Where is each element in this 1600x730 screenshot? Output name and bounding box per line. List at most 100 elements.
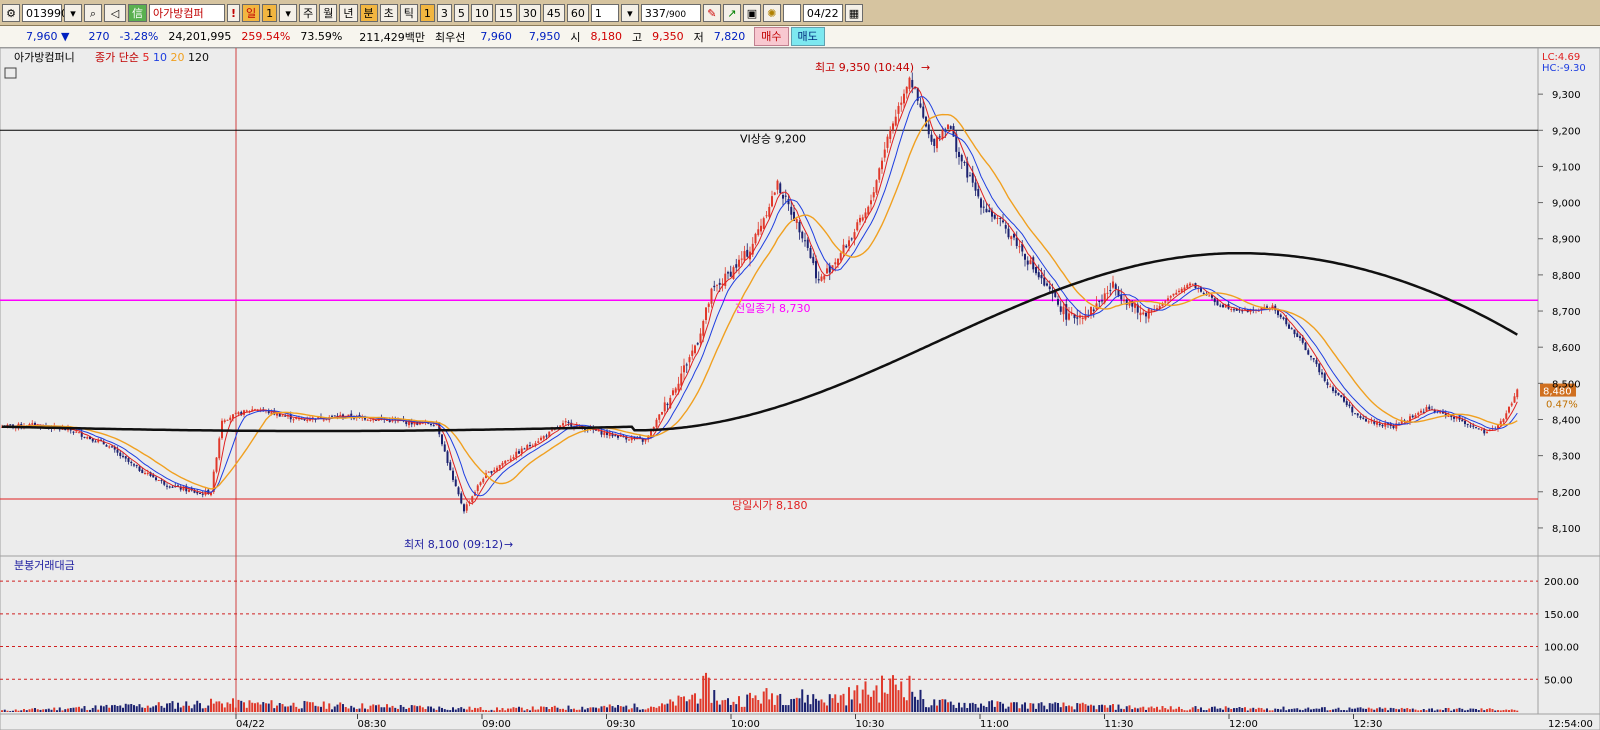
tab-month[interactable]: 월 — [319, 3, 338, 22]
sell-button[interactable]: 매도 — [790, 27, 825, 46]
candle-body — [1007, 228, 1010, 238]
dropdown-icon[interactable]: ▾ — [64, 3, 82, 22]
volume-bar — [749, 692, 751, 712]
volume-bar — [410, 705, 413, 712]
save-icon[interactable]: ▣ — [742, 3, 761, 22]
candle-body — [881, 160, 883, 170]
volume-bar — [300, 708, 303, 712]
interval-value-dropdown[interactable]: ▾ — [620, 3, 639, 22]
volume-bar — [1070, 706, 1073, 712]
candle-body — [31, 423, 34, 425]
volume-bar — [1013, 702, 1015, 712]
chart-tool-icon[interactable]: ✎ — [702, 3, 721, 22]
volume-bar — [6, 710, 9, 712]
volume-bar — [848, 687, 850, 712]
stock-code-input[interactable]: 013990 — [22, 3, 68, 22]
volume-bar — [729, 704, 732, 712]
calendar-icon[interactable]: ▦ — [844, 3, 863, 22]
candle-body — [655, 419, 658, 428]
volume-bar — [468, 706, 471, 712]
settings-icon[interactable]: ⚙ — [2, 3, 20, 22]
interval-45[interactable]: 45 — [542, 3, 565, 22]
interval-5[interactable]: 5 — [453, 3, 469, 22]
candle-body — [127, 458, 130, 462]
speaker-icon[interactable]: ◁ — [104, 3, 126, 22]
candle-body — [537, 441, 540, 443]
volume-bar — [262, 702, 265, 712]
volume-bar — [1084, 704, 1087, 712]
chart-type-icon[interactable]: 信 — [128, 3, 147, 22]
interval-10[interactable]: 10 — [470, 3, 493, 22]
volume-bar — [1227, 707, 1230, 712]
candle-body — [306, 419, 309, 421]
candle-body — [452, 470, 454, 480]
search-icon[interactable]: ⌕ — [84, 3, 102, 22]
candle-body — [1191, 283, 1194, 285]
volume-bar — [685, 701, 688, 712]
candle-body — [765, 215, 768, 217]
volume-bar — [394, 707, 397, 712]
trend-icon[interactable]: ↗ — [722, 3, 741, 22]
tab-week[interactable]: 주 — [299, 3, 318, 22]
interval-1[interactable]: 1 — [419, 3, 435, 22]
interval-15[interactable]: 15 — [494, 3, 517, 22]
tab-tick[interactable]: 틱 — [399, 3, 418, 22]
volume-bar — [430, 706, 432, 712]
volume-tick-label: 150.00 — [1544, 610, 1579, 621]
interval-60[interactable]: 60 — [566, 3, 589, 22]
volume-bar — [413, 705, 416, 712]
volume-bar — [900, 681, 903, 712]
volume-bar — [652, 706, 655, 712]
candle-body — [820, 276, 823, 281]
volume-bar — [23, 708, 25, 712]
volume-bar — [265, 703, 267, 712]
candle-body — [1098, 300, 1101, 302]
day-count[interactable]: 1 — [262, 3, 278, 22]
interval-3[interactable]: 3 — [436, 3, 452, 22]
tab-second[interactable]: 초 — [379, 3, 398, 22]
volume-bar — [1238, 707, 1241, 712]
candle-body — [988, 210, 991, 213]
volume-bar — [1219, 708, 1222, 712]
volume-bar — [190, 708, 193, 712]
interval-30[interactable]: 30 — [518, 3, 541, 22]
tab-year[interactable]: 년 — [339, 3, 358, 22]
buy-button[interactable]: 매수 — [754, 27, 789, 46]
volume-bar — [1169, 706, 1172, 712]
candle-body — [732, 267, 735, 279]
alert-button[interactable]: ! — [227, 3, 241, 22]
volume-bar — [482, 709, 485, 712]
date-checkbox[interactable] — [782, 3, 801, 22]
day-count-dropdown[interactable]: ▾ — [279, 3, 298, 22]
open-price: 8,180 — [590, 30, 623, 43]
volume-bar — [977, 707, 980, 712]
tab-day[interactable]: 일 — [242, 3, 261, 22]
volume-bar — [842, 693, 845, 712]
candle-body — [617, 435, 619, 438]
price-tick-label: 8,200 — [1552, 488, 1581, 499]
volume-bar — [672, 701, 674, 712]
config-icon[interactable]: ✺ — [762, 3, 781, 22]
volume-bar — [861, 689, 864, 712]
candle-body — [1288, 324, 1290, 329]
tab-minute[interactable]: 분 — [359, 3, 378, 22]
volume-bar — [1131, 709, 1134, 712]
volume-bar — [1461, 708, 1464, 712]
volume-bar — [1362, 708, 1365, 712]
candle-body — [1502, 419, 1505, 423]
volume-bar — [1263, 709, 1266, 712]
chart-area[interactable]: 아가방컴퍼니 종가 단순 5 10 20 120 분봉거래대금 LC:4.69 … — [0, 48, 1600, 730]
volume-bar — [487, 710, 490, 712]
volume-bar — [135, 706, 138, 712]
candle-body — [1216, 300, 1219, 306]
lc-badge: LC:4.69 — [1542, 52, 1580, 63]
candle-body — [886, 136, 889, 148]
volume-bar — [1315, 708, 1318, 712]
date-input[interactable]: 04/22 — [802, 3, 843, 22]
candle-body — [1230, 308, 1233, 311]
interval-value-input[interactable]: 1 — [590, 3, 619, 22]
candle-body — [1202, 293, 1205, 295]
candle-body — [911, 79, 914, 88]
level-line-label: VI상승 9,200 — [740, 132, 806, 145]
volume-bar — [344, 707, 347, 712]
